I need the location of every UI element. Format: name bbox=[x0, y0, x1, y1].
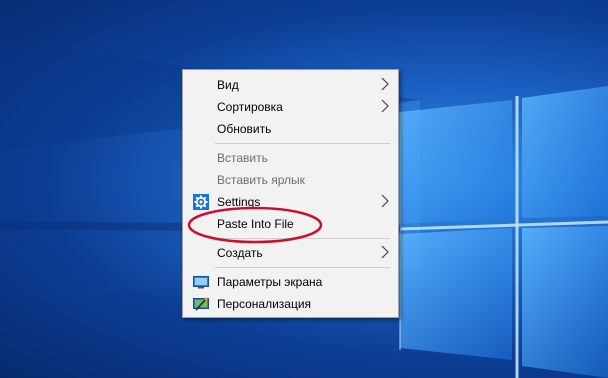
display-icon bbox=[193, 276, 209, 289]
menu-item-settings[interactable]: Settings bbox=[183, 191, 398, 213]
menu-item-label: Вставить bbox=[217, 151, 268, 165]
menu-item-label: Paste Into File bbox=[217, 217, 294, 231]
menu-item-refresh[interactable]: Обновить bbox=[183, 118, 398, 140]
menu-item-personalize[interactable]: Персонализация bbox=[183, 293, 398, 315]
menu-item-label: Параметры экрана bbox=[217, 275, 323, 289]
menu-item-label: Сортировка bbox=[217, 100, 283, 114]
menu-item-label: Персонализация bbox=[217, 297, 312, 311]
menu-item-label: Создать bbox=[217, 246, 263, 260]
menu-separator bbox=[215, 143, 390, 144]
gear-icon bbox=[193, 194, 209, 210]
menu-item-sort[interactable]: Сортировка bbox=[183, 96, 398, 118]
menu-separator bbox=[215, 267, 390, 268]
personalize-icon bbox=[193, 297, 209, 311]
menu-item-label: Обновить bbox=[217, 122, 272, 136]
menu-item-paste[interactable]: Вставить bbox=[183, 147, 398, 169]
menu-item-label: Вид bbox=[217, 78, 239, 92]
desktop-context-menu: Вид Сортировка Обновить Вставить Вставит… bbox=[182, 69, 399, 318]
menu-item-paste-shortcut[interactable]: Вставить ярлык bbox=[183, 169, 398, 191]
menu-separator bbox=[215, 238, 390, 239]
menu-item-new[interactable]: Создать bbox=[183, 242, 398, 264]
chevron-right-icon bbox=[381, 245, 389, 259]
chevron-right-icon bbox=[381, 77, 389, 91]
menu-item-label: Settings bbox=[217, 195, 261, 209]
chevron-right-icon bbox=[381, 194, 389, 208]
chevron-right-icon bbox=[381, 99, 389, 113]
menu-item-paste-into-file[interactable]: Paste Into File bbox=[183, 213, 398, 235]
menu-item-display-settings[interactable]: Параметры экрана bbox=[183, 271, 398, 293]
menu-item-view[interactable]: Вид bbox=[183, 74, 398, 96]
menu-item-label: Вставить ярлык bbox=[217, 173, 305, 187]
